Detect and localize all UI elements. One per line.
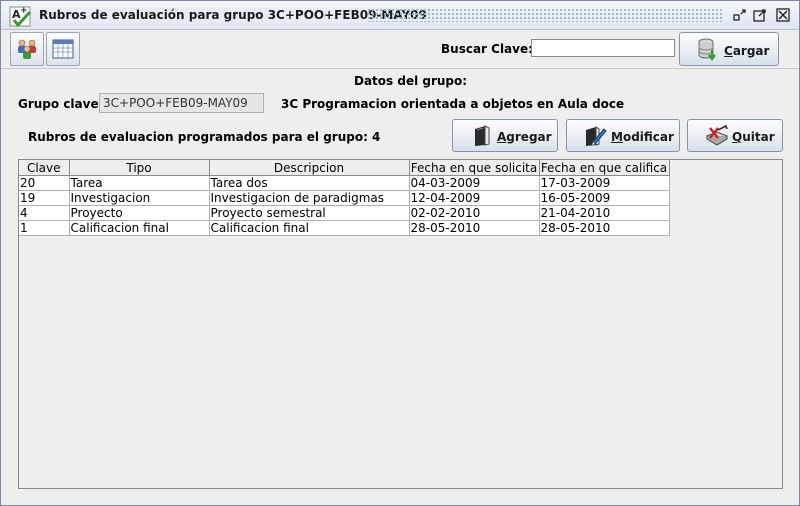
application-window: A + Rubros de evaluación para grupo 3C+P… — [0, 0, 800, 506]
cell-descripcion: Investigacion de paradigmas — [208, 190, 410, 206]
table-row[interactable]: 20 Tarea Tarea dos 04-03-2009 17-03-2009 — [19, 175, 670, 191]
column-header-fecha-solicita[interactable]: Fecha en que solicita — [408, 160, 540, 176]
add-button-label: Agregar — [497, 130, 552, 144]
title-bar-grip — [367, 8, 723, 22]
cell-fecha-califica: 28-05-2010 — [538, 220, 670, 236]
close-icon[interactable] — [776, 8, 790, 22]
database-load-icon — [697, 38, 719, 65]
cell-descripcion: Proyecto semestral — [208, 205, 410, 221]
table-row[interactable]: 1 Calificacion final Calificacion final … — [19, 220, 670, 236]
rubros-table-grid: Clave Tipo Descripcion Fecha en que soli… — [19, 160, 670, 236]
edit-button[interactable]: Modificar — [566, 119, 680, 152]
column-header-tipo[interactable]: Tipo — [68, 160, 210, 176]
rubros-count-label: Rubros de evaluacion programados para el… — [28, 130, 381, 144]
calendar-grid-button[interactable] — [46, 32, 80, 66]
cell-descripcion: Calificacion final — [208, 220, 410, 236]
cell-tipo: Calificacion final — [68, 220, 210, 236]
grade-check-icon: A + — [8, 4, 34, 28]
cell-clave: 20 — [19, 175, 70, 191]
edit-button-label: Modificar — [611, 130, 674, 144]
cell-fecha-califica: 17-03-2009 — [538, 175, 670, 191]
search-label: Buscar Clave: — [441, 42, 533, 56]
remove-button-label: Quitar — [732, 130, 775, 144]
search-input[interactable] — [531, 39, 675, 57]
load-button-label: Cargar — [724, 44, 770, 58]
remove-button[interactable]: Quitar — [687, 119, 783, 152]
minimize-icon[interactable] — [733, 8, 747, 22]
load-button[interactable]: Cargar — [679, 32, 779, 66]
cell-clave: 1 — [19, 220, 70, 236]
table-header-row: Clave Tipo Descripcion Fecha en que soli… — [19, 160, 670, 176]
cell-clave: 19 — [19, 190, 70, 206]
group-section-title: Datos del grupo: — [354, 74, 468, 88]
cell-clave: 4 — [19, 205, 70, 221]
title-bar[interactable]: A + Rubros de evaluación para grupo 3C+P… — [1, 1, 799, 30]
maximize-icon[interactable] — [753, 8, 767, 22]
edit-icon — [583, 124, 607, 151]
table-row[interactable]: 4 Proyecto Proyecto semestral 02-02-2010… — [19, 205, 670, 221]
group-key-label: Grupo clave: — [18, 97, 104, 111]
toolbar: Buscar Clave: Cargar — [1, 30, 799, 69]
group-key-field: 3C+POO+FEB09-MAY09 — [99, 93, 264, 113]
cell-fecha-solicita: 12-04-2009 — [408, 190, 540, 206]
add-icon — [471, 124, 493, 151]
users-button[interactable] — [10, 32, 44, 66]
cell-tipo: Tarea — [68, 175, 210, 191]
table-row[interactable]: 19 Investigacion Investigacion de paradi… — [19, 190, 670, 206]
column-header-descripcion[interactable]: Descripcion — [208, 160, 410, 176]
column-header-clave[interactable]: Clave — [19, 160, 70, 176]
remove-icon — [704, 124, 730, 151]
column-header-fecha-califica[interactable]: Fecha en que califica — [538, 160, 670, 176]
cell-fecha-califica: 16-05-2009 — [538, 190, 670, 206]
add-button[interactable]: Agregar — [452, 119, 558, 152]
group-description: 3C Programacion orientada a objetos en A… — [281, 97, 625, 111]
cell-fecha-solicita: 28-05-2010 — [408, 220, 540, 236]
rubros-table[interactable]: Clave Tipo Descripcion Fecha en que soli… — [18, 159, 783, 489]
cell-descripcion: Tarea dos — [208, 175, 410, 191]
cell-fecha-califica: 21-04-2010 — [538, 205, 670, 221]
cell-tipo: Investigacion — [68, 190, 210, 206]
cell-tipo: Proyecto — [68, 205, 210, 221]
cell-fecha-solicita: 02-02-2010 — [408, 205, 540, 221]
cell-fecha-solicita: 04-03-2009 — [408, 175, 540, 191]
